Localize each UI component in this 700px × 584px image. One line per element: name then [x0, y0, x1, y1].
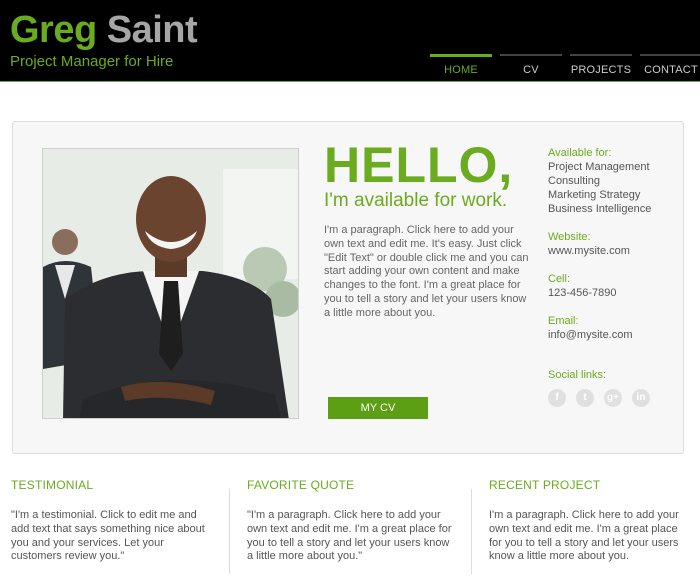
site-header: Greg Saint Project Manager for Hire HOME…	[0, 0, 700, 82]
availability-subheading: I'm available for work.	[324, 190, 508, 211]
testimonial-section: TESTIMONIAL "I'm a testimonial. Click to…	[11, 478, 216, 564]
nav-home[interactable]: HOME	[430, 54, 492, 81]
cell-label: Cell:	[548, 273, 571, 285]
column-divider	[229, 489, 230, 574]
section-title: RECENT PROJECT	[489, 478, 601, 492]
google-plus-icon[interactable]: g+	[604, 389, 622, 407]
section-title: TESTIMONIAL	[11, 478, 94, 492]
site-logo[interactable]: Greg Saint	[10, 8, 198, 52]
email-block: Email: info@mysite.com	[548, 314, 678, 342]
section-text: "I'm a paragraph. Click here to add your…	[247, 509, 452, 563]
column-divider	[471, 489, 472, 574]
main-nav: HOME CV PROJECTS CONTACT	[430, 54, 700, 81]
available-label: Available for:	[548, 147, 612, 159]
site-tagline: Project Manager for Hire	[10, 53, 174, 70]
available-item: Project Management	[548, 161, 650, 173]
social-icons-row: f t g+ in	[548, 389, 678, 407]
section-text: "I'm a testimonial. Click to edit me and…	[11, 509, 205, 563]
hello-heading: HELLO,	[324, 137, 514, 193]
website-label: Website:	[548, 231, 591, 243]
intro-paragraph: I'm a paragraph. Click here to add your …	[324, 224, 529, 319]
section-title: FAVORITE QUOTE	[247, 478, 355, 492]
nav-projects[interactable]: PROJECTS	[570, 54, 632, 81]
available-item: Marketing Strategy	[548, 189, 641, 201]
nav-cv[interactable]: CV	[500, 54, 562, 81]
available-block: Available for: Project Management Consul…	[548, 146, 678, 216]
hero-card: HELLO, I'm available for work. I'm a par…	[12, 121, 684, 454]
email-link[interactable]: info@mysite.com	[548, 328, 678, 342]
social-block: Social links: f t g+ in	[548, 368, 678, 407]
website-link[interactable]: www.mysite.com	[548, 244, 678, 258]
available-item: Consulting	[548, 175, 600, 187]
twitter-icon[interactable]: t	[576, 389, 594, 407]
nav-contact[interactable]: CONTACT	[640, 54, 700, 81]
contact-sidebar: Available for: Project Management Consul…	[548, 146, 678, 421]
profile-photo	[42, 148, 299, 419]
section-text: I'm a paragraph. Click here to add your …	[489, 509, 679, 563]
website-block: Website: www.mysite.com	[548, 230, 678, 258]
profile-photo-illustration	[43, 149, 298, 418]
recent-project-section: RECENT PROJECT I'm a paragraph. Click he…	[489, 478, 689, 564]
facebook-icon[interactable]: f	[548, 389, 566, 407]
my-cv-button[interactable]: MY CV	[328, 397, 428, 419]
linkedin-icon[interactable]: in	[632, 389, 650, 407]
cell-value: 123-456-7890	[548, 287, 617, 299]
logo-last-name: Saint	[106, 9, 198, 51]
logo-first-name: Greg	[10, 9, 97, 51]
cell-block: Cell: 123-456-7890	[548, 272, 678, 300]
email-label: Email:	[548, 315, 579, 327]
social-label: Social links:	[548, 369, 607, 381]
available-item: Business Intelligence	[548, 203, 652, 215]
favorite-quote-section: FAVORITE QUOTE "I'm a paragraph. Click h…	[247, 478, 457, 564]
